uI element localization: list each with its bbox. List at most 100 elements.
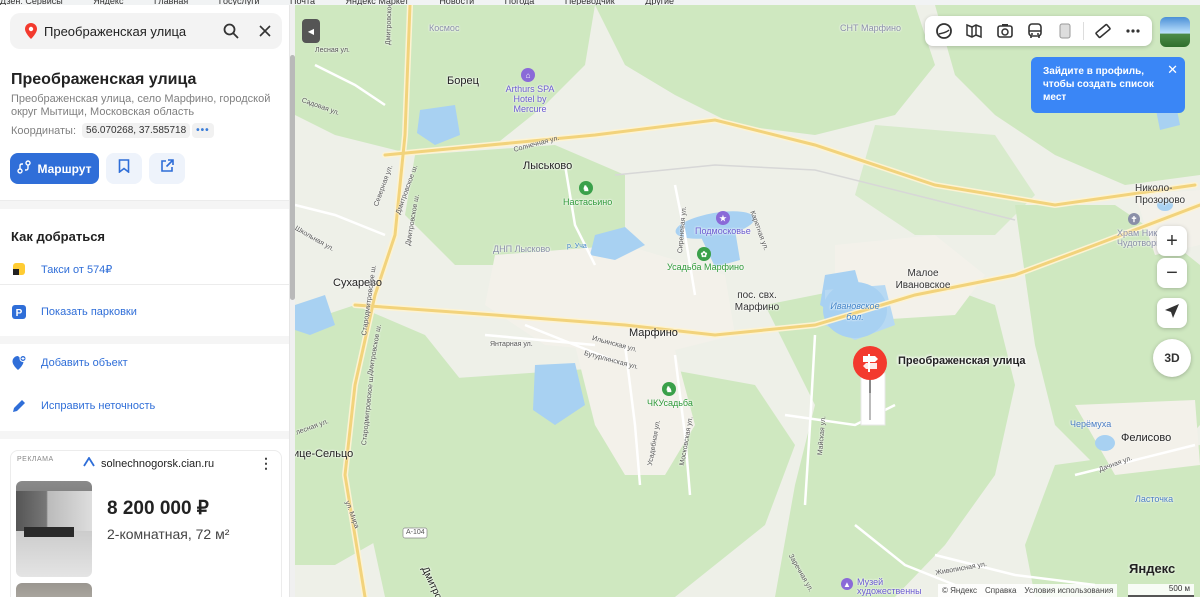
map-label[interactable]: Ивановское бол. (825, 301, 885, 323)
help-link[interactable]: Справка (985, 586, 1016, 595)
attribution-bar: © Яндекс Справка Условия использования (938, 584, 1118, 597)
divider (0, 336, 289, 344)
map-label[interactable]: пос. свх. Марфино (732, 290, 782, 314)
layers-icon[interactable] (932, 19, 956, 43)
map-label[interactable]: Космос (429, 23, 459, 33)
horse-icon[interactable]: ♞ (662, 382, 676, 396)
taxi-link[interactable]: Такси от 574₽ (11, 261, 112, 277)
toolbar-separator (1083, 22, 1085, 40)
ad-domain-text: solnechnogorsk.cian.ru (101, 457, 215, 470)
road-number[interactable]: А-104 (406, 529, 425, 536)
ad-more-button[interactable]: ⋮ (259, 455, 273, 472)
bookmark-item[interactable]: Дзен: Сервисы (0, 0, 63, 5)
map-label[interactable]: Ласточка (1135, 494, 1173, 504)
bookmark-item[interactable]: Яндекс Маркет (346, 0, 409, 5)
fix-error-link[interactable]: Исправить неточность (11, 398, 155, 414)
cian-logo-icon (83, 456, 95, 470)
share-icon (160, 159, 174, 178)
ad-price: 8 200 000 ₽ (107, 498, 209, 519)
user-avatar[interactable] (1160, 17, 1190, 47)
estate-icon[interactable]: ✿ (697, 247, 711, 261)
scrollbar-thumb[interactable] (290, 55, 295, 300)
location-arrow-icon (1164, 302, 1180, 325)
divider (0, 284, 289, 285)
add-object-link[interactable]: Добавить объект (11, 355, 128, 371)
map-label[interactable]: Arthurs SPA Hotel by Mercure (505, 84, 555, 114)
route-button[interactable]: Маршрут (10, 153, 99, 184)
map-label[interactable]: ДНП Лысково (493, 244, 550, 254)
add-place-icon (11, 355, 27, 371)
bookmarks-bar: Дзен: Сервисы Яндекс Главная Госуслуги П… (0, 0, 1200, 5)
attraction-icon[interactable]: ★ (716, 211, 730, 225)
more-icon[interactable] (1121, 19, 1145, 43)
taxi-icon (11, 261, 27, 277)
street-label[interactable]: Лесная ул. (315, 47, 350, 54)
map-label[interactable]: Николо-Прозорово (1135, 183, 1200, 207)
terms-link[interactable]: Условия использования (1024, 586, 1113, 595)
map-label[interactable]: Черёмуха (1070, 419, 1111, 429)
svg-text:P: P (16, 308, 23, 319)
bookmark-item[interactable]: Переводчик (565, 0, 615, 5)
map-label[interactable]: Малое Ивановское (893, 268, 953, 292)
ad-photo[interactable] (16, 481, 92, 577)
zoom-in-button[interactable]: + (1157, 226, 1187, 256)
zoom-out-button[interactable]: − (1157, 258, 1187, 288)
bookmark-item[interactable]: Госуслуги (219, 0, 260, 5)
search-input[interactable]: Преображенская улица (44, 24, 214, 39)
ad-domain[interactable]: solnechnogorsk.cian.ru (83, 456, 215, 470)
parking-label: Показать парковки (41, 306, 137, 318)
church-icon[interactable]: ✝ (1128, 213, 1140, 225)
coordinates-more-button[interactable]: ••• (192, 123, 214, 138)
map-label[interactable]: ЧКУсадьба (647, 398, 693, 408)
hotel-icon[interactable]: ⌂ (521, 68, 535, 82)
ad-card[interactable]: РЕКЛАМА solnechnogorsk.cian.ru ⋮ 8 200 0… (10, 450, 282, 597)
bookmark-item[interactable]: Погода (505, 0, 535, 5)
bookmark-item[interactable]: Главная (154, 0, 188, 5)
bookmark-item[interactable]: Яндекс (93, 0, 123, 5)
street-label[interactable]: р. Уча (567, 243, 587, 250)
map-label[interactable]: Усадьба Марфино (667, 262, 744, 272)
horse-icon[interactable]: ♞ (579, 181, 593, 195)
collapse-panel-button[interactable]: ◀ (302, 19, 320, 43)
tooltip-close-icon[interactable]: ✕ (1167, 63, 1178, 76)
directions-title: Как добраться (11, 229, 106, 244)
bookmark-item[interactable]: Новости (439, 0, 474, 5)
bookmark-item[interactable]: Почта (290, 0, 315, 5)
coordinates-value[interactable]: 56.070268, 37.585718 (82, 123, 191, 138)
marker-label[interactable]: Преображенская улица (898, 355, 1025, 367)
bookmark-item[interactable]: Другие (645, 0, 674, 5)
map-label[interactable]: ице-Сельцо (295, 448, 353, 460)
traffic-icon[interactable] (1053, 19, 1077, 43)
place-title: Преображенская улица (11, 71, 197, 88)
close-icon[interactable] (248, 13, 282, 49)
yandex-maps-app: Дзен: Сервисы Яндекс Главная Госуслуги П… (0, 0, 1200, 597)
panel-scrollbar[interactable] (290, 5, 295, 597)
bus-icon[interactable] (1023, 19, 1047, 43)
map-toolbar (925, 16, 1152, 46)
taxi-label: Такси от 574₽ (41, 263, 113, 276)
street-label[interactable]: Янтарная ул. (490, 341, 533, 348)
3d-button[interactable]: 3D (1153, 339, 1191, 377)
route-icon (17, 160, 32, 177)
panorama-icon[interactable] (993, 19, 1017, 43)
map-label[interactable]: СНТ Марфино (840, 23, 901, 33)
ruler-icon[interactable] (1091, 19, 1115, 43)
bookmark-button[interactable] (106, 153, 142, 184)
parking-link[interactable]: P Показать парковки (11, 304, 137, 320)
map-label[interactable]: Музей художественны (857, 578, 937, 596)
map-label[interactable]: Настасьино (563, 197, 612, 207)
transport-map-icon[interactable] (962, 19, 986, 43)
museum-icon[interactable]: ▲ (841, 578, 853, 590)
location-marker[interactable] (852, 345, 888, 400)
share-button[interactable] (149, 153, 185, 184)
map-label[interactable]: Лыськово (523, 160, 572, 172)
geolocation-button[interactable] (1157, 298, 1187, 328)
map-label[interactable]: Борец (447, 75, 479, 87)
search-icon[interactable] (214, 13, 248, 49)
place-panel: Преображенская улица Преображенская улиц… (0, 5, 290, 597)
map-label[interactable]: Подмосковье (695, 226, 751, 236)
ad-photo[interactable] (16, 583, 92, 597)
map-label[interactable]: Марфино (629, 327, 678, 339)
search-bar[interactable]: Преображенская улица (10, 13, 282, 49)
map-label[interactable]: Фелисово (1121, 432, 1171, 444)
